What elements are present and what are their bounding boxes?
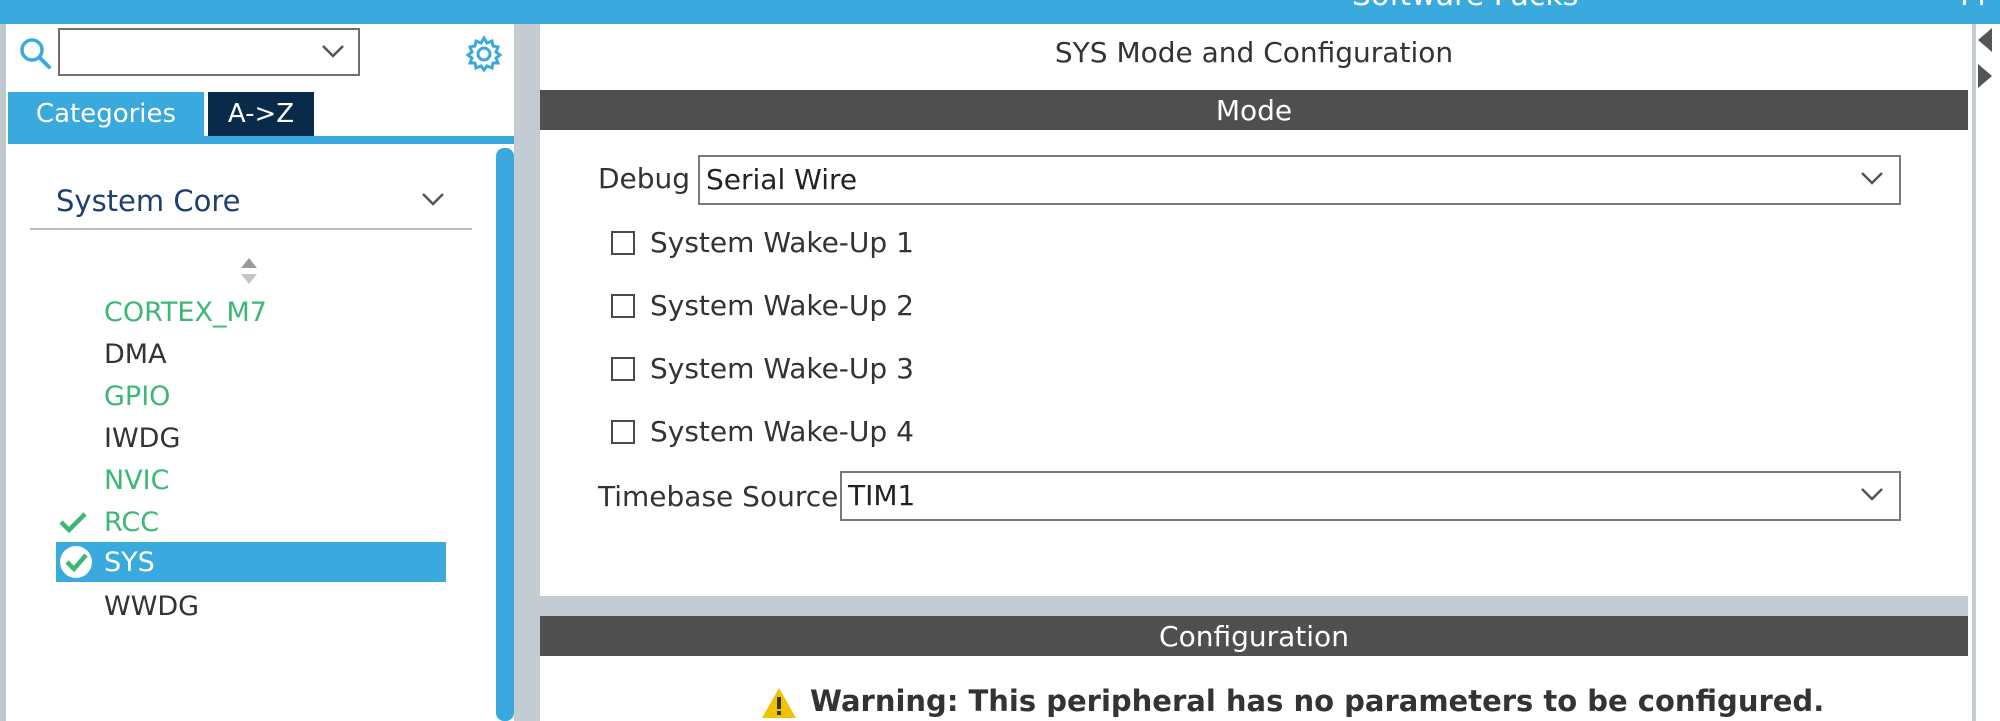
tab-categories-label: Categories (35, 99, 177, 129)
search-icon[interactable] (18, 36, 52, 70)
mode-section-header: Mode (540, 90, 1968, 130)
configuration-section-label: Configuration (1159, 619, 1349, 653)
tab-a-to-z-label: A->Z (227, 99, 295, 129)
list-item-label: WWDG (104, 590, 200, 622)
chevron-down-icon[interactable] (1859, 167, 1885, 189)
list-item-label: IWDG (104, 422, 181, 454)
list-item-label: GPIO (104, 380, 171, 412)
check-icon (59, 512, 87, 534)
software-packs-menu[interactable]: Software Packs (1352, 0, 1578, 13)
panel-divider[interactable] (514, 24, 534, 721)
list-item-nvic[interactable]: NVIC (56, 460, 446, 500)
wakeup-4-label: System Wake-Up 4 (650, 415, 914, 448)
category-dropdown-label: System Core (56, 184, 241, 218)
check-circle-icon (60, 546, 92, 578)
timebase-select-value: TIM1 (848, 479, 916, 512)
list-item-label: NVIC (104, 464, 170, 496)
gear-icon[interactable] (464, 34, 504, 74)
list-item-sys[interactable]: SYS (56, 542, 446, 582)
page-title: SYS Mode and Configuration (1054, 36, 1454, 69)
chevron-down-icon[interactable] (1859, 483, 1885, 505)
tab-underline (8, 136, 518, 144)
list-item-label: CORTEX_M7 (104, 296, 267, 328)
warning-icon (762, 688, 796, 718)
left-scrollbar[interactable] (496, 148, 514, 721)
wakeup-2-label: System Wake-Up 2 (650, 289, 914, 322)
timebase-source-label: Timebase Source (598, 480, 839, 513)
collapse-left-arrow-icon[interactable] (1976, 26, 1994, 54)
chevron-down-icon[interactable] (420, 188, 446, 210)
list-item-label: DMA (104, 338, 167, 370)
wakeup-1-checkbox[interactable] (611, 231, 635, 255)
debug-label: Debug (598, 162, 691, 195)
sort-icon[interactable] (238, 256, 260, 288)
debug-select[interactable]: Serial Wire (698, 155, 1901, 205)
tab-a-to-z[interactable]: A->Z (208, 92, 314, 136)
wakeup-2-checkbox[interactable] (611, 294, 635, 318)
timebase-source-select[interactable]: TIM1 (840, 471, 1901, 521)
list-item-rcc[interactable]: RCC (56, 502, 446, 542)
list-item-label: RCC (104, 506, 160, 538)
warning-message: Warning: This peripheral has no paramete… (810, 684, 1825, 718)
pinout-menu[interactable]: Pi (1960, 0, 1986, 13)
expand-right-arrow-icon[interactable] (1976, 62, 1994, 90)
wakeup-3-checkbox[interactable] (611, 357, 635, 381)
category-dropdown[interactable]: System Core (30, 178, 472, 230)
list-item-wwdg[interactable]: WWDG (56, 586, 446, 626)
wakeup-3-label: System Wake-Up 3 (650, 352, 914, 385)
right-edge-divider (1972, 24, 1976, 721)
list-item-cortex-m7[interactable]: CORTEX_M7 (56, 292, 446, 332)
mode-section-label: Mode (1215, 93, 1293, 127)
wakeup-4-checkbox[interactable] (611, 420, 635, 444)
wakeup-1-label: System Wake-Up 1 (650, 226, 914, 259)
tab-categories[interactable]: Categories (8, 92, 204, 136)
search-input[interactable] (58, 28, 360, 76)
list-item-gpio[interactable]: GPIO (56, 376, 446, 416)
debug-select-value: Serial Wire (706, 163, 858, 196)
list-item-label: SYS (104, 546, 155, 578)
list-item-dma[interactable]: DMA (56, 334, 446, 374)
configuration-section-header: Configuration (540, 616, 1968, 656)
list-item-iwdg[interactable]: IWDG (56, 418, 446, 458)
chevron-down-icon[interactable] (320, 40, 346, 62)
top-bar: Software Packs Pi (0, 0, 2000, 24)
